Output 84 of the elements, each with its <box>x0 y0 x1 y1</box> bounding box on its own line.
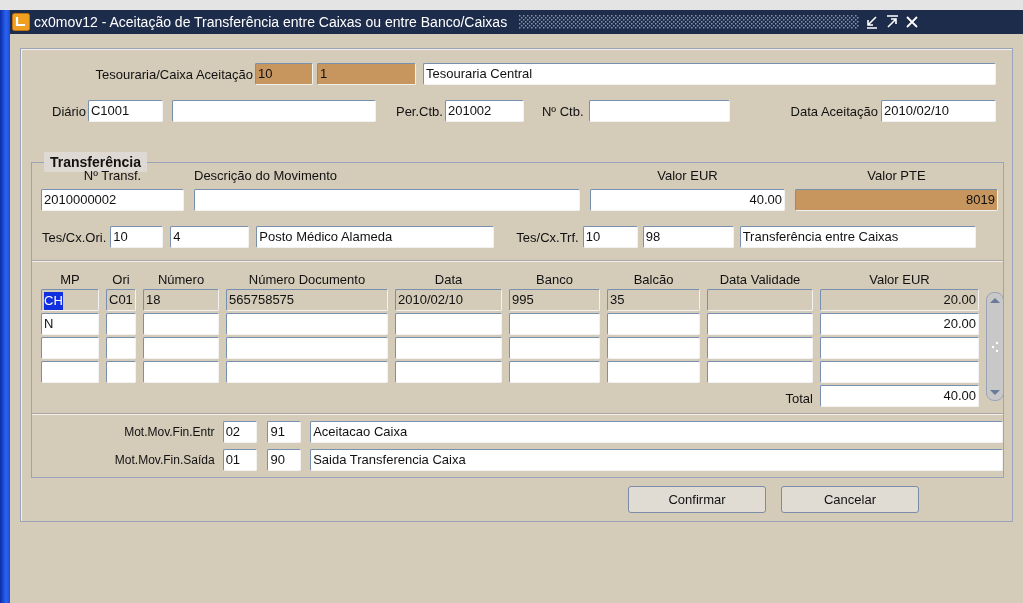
field-label: Total <box>784 390 813 406</box>
input-field[interactable] <box>226 361 388 383</box>
column-header: MP <box>59 272 81 287</box>
input-field[interactable]: 8019 <box>795 189 998 211</box>
field-label: Per.Ctb. <box>395 103 443 119</box>
field-label: Nº Ctb. <box>541 103 584 119</box>
maximize-icon[interactable] <box>885 15 900 29</box>
input-field[interactable]: 1 <box>317 63 416 85</box>
input-field[interactable]: 10 <box>110 226 164 248</box>
input-field[interactable]: 4 <box>170 226 250 248</box>
input-field[interactable]: Aceitacao Caixa <box>310 421 1003 443</box>
column-header: Data Validade <box>718 272 802 287</box>
column-header: Banco <box>535 272 574 287</box>
input-field[interactable]: N <box>41 313 99 335</box>
input-field[interactable]: Tesouraria Central <box>423 63 996 85</box>
input-field[interactable] <box>106 313 136 335</box>
input-field[interactable] <box>509 361 600 383</box>
group-title: Transferência <box>44 152 148 172</box>
input-field[interactable] <box>226 337 388 359</box>
input-field[interactable] <box>41 361 99 383</box>
field-label: Mot.Mov.Fin.Saída <box>113 453 215 467</box>
app-icon <box>12 13 30 31</box>
input-field[interactable]: 201002 <box>444 100 524 122</box>
input-field[interactable]: 10 <box>255 63 313 85</box>
input-field[interactable]: 91 <box>267 421 302 443</box>
scroll-bar[interactable] <box>986 292 1004 401</box>
input-field[interactable] <box>395 313 502 335</box>
close-icon[interactable] <box>905 15 920 29</box>
field-label: Tes/Cx.Ori. <box>42 229 107 245</box>
input-field[interactable]: 40.00 <box>820 385 979 407</box>
dialog-button[interactable]: Confirmar <box>628 486 766 513</box>
input-field[interactable] <box>194 189 580 211</box>
input-field[interactable]: 20.00 <box>820 313 979 335</box>
field-label: Data Aceitação <box>790 103 878 119</box>
input-field[interactable] <box>820 361 979 383</box>
input-field[interactable] <box>395 337 502 359</box>
input-field[interactable] <box>707 313 813 335</box>
input-field[interactable] <box>707 337 813 359</box>
input-field[interactable] <box>226 313 388 335</box>
field-label: Tes/Cx.Trf. <box>516 229 579 245</box>
column-header: Data <box>433 272 464 287</box>
input-field[interactable] <box>607 313 700 335</box>
field-label: Diário <box>52 103 86 119</box>
input-field[interactable] <box>171 100 376 122</box>
input-field[interactable] <box>607 337 700 359</box>
minimize-icon[interactable] <box>865 15 880 29</box>
input-field[interactable] <box>106 337 136 359</box>
input-field[interactable]: 10 <box>582 226 638 248</box>
column-header: Valor PTE <box>866 168 927 183</box>
dialog-button[interactable]: Cancelar <box>781 486 919 513</box>
input-field[interactable]: 2010/02/10 <box>881 100 996 122</box>
input-field[interactable] <box>820 337 979 359</box>
input-field[interactable]: 01 <box>222 449 258 471</box>
input-field[interactable] <box>41 337 99 359</box>
input-field[interactable]: Saida Transferencia Caixa <box>310 449 1003 471</box>
input-field[interactable] <box>106 361 136 383</box>
input-field[interactable]: C1001 <box>87 100 163 122</box>
input-field[interactable] <box>395 361 502 383</box>
input-field[interactable]: 98 <box>642 226 734 248</box>
field-label: Mot.Mov.Fin.Entr <box>123 425 215 439</box>
input-field[interactable]: 90 <box>267 449 302 471</box>
input-field[interactable]: Transferência entre Caixas <box>739 226 976 248</box>
field-label: Tesouraria/Caixa Aceitação <box>94 66 253 82</box>
column-header: Valor EUR <box>868 272 931 287</box>
input-field[interactable] <box>588 100 730 122</box>
input-field[interactable] <box>509 313 600 335</box>
input-field[interactable] <box>143 337 219 359</box>
input-field[interactable]: Posto Médico Alameda <box>256 226 495 248</box>
column-header: Descrição do Movimento <box>194 168 339 183</box>
input-field[interactable] <box>707 361 813 383</box>
input-field[interactable] <box>607 361 700 383</box>
input-field[interactable]: 02 <box>222 421 258 443</box>
input-field[interactable] <box>143 313 219 335</box>
column-header: Número <box>156 272 206 287</box>
input-field[interactable]: 2010000002 <box>41 189 184 211</box>
column-header: Ori <box>111 272 131 287</box>
column-header: Balcão <box>632 272 675 287</box>
input-field[interactable] <box>509 337 600 359</box>
input-field[interactable]: 40.00 <box>590 189 785 211</box>
column-header: Número Documento <box>247 272 367 287</box>
input-field[interactable] <box>143 361 219 383</box>
grip-icon <box>991 339 999 354</box>
window-title: cx0mov12 - Aceitação de Transferência entre Caixas ou entre Banco/Caixas <box>34 14 508 30</box>
column-header: Valor EUR <box>656 168 719 183</box>
